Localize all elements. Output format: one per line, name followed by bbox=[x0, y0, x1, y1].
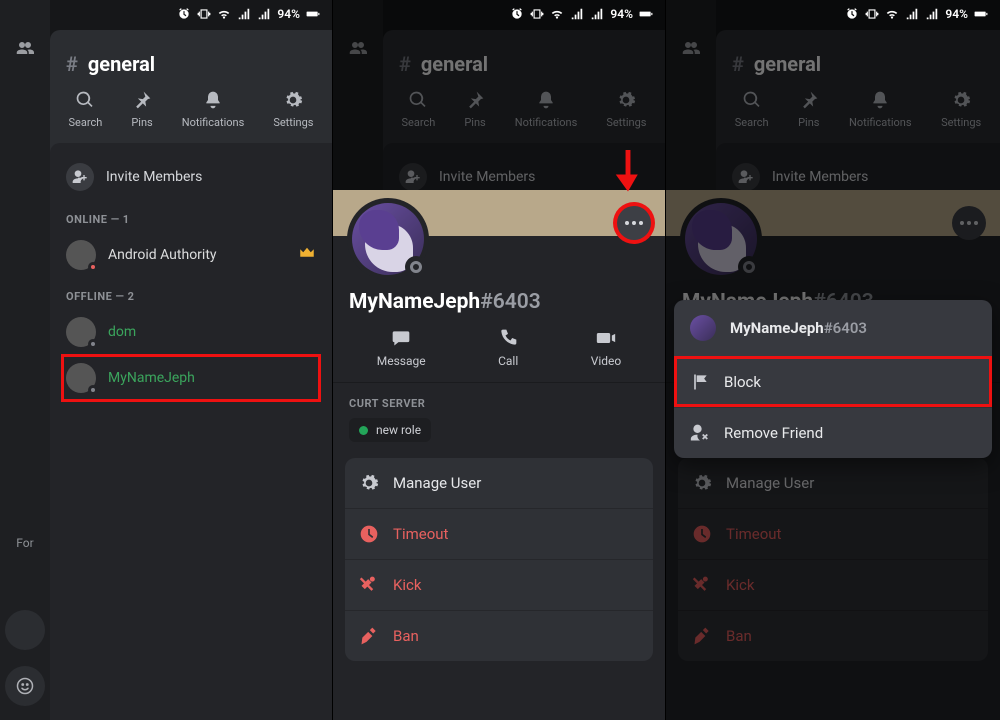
signal-icon bbox=[570, 7, 584, 21]
section-online: ONLINE — 1 bbox=[62, 201, 320, 232]
battery-percent: 94% bbox=[277, 7, 300, 21]
status-bar: 94% bbox=[333, 0, 665, 28]
battery-icon bbox=[306, 7, 320, 21]
call-icon bbox=[497, 328, 519, 348]
emoji-picker-icon[interactable] bbox=[5, 666, 45, 706]
section-offline: OFFLINE — 2 bbox=[62, 278, 320, 309]
gear-icon bbox=[283, 90, 303, 110]
status-bar: 94% bbox=[666, 0, 1000, 28]
battery-icon bbox=[974, 7, 988, 21]
call-button[interactable]: Call bbox=[497, 328, 519, 368]
hash-icon: # bbox=[66, 52, 78, 76]
role-chip: new role bbox=[349, 418, 431, 442]
panel-context-menu: #general Search Pins Notifications Setti… bbox=[666, 0, 1000, 720]
kick-button[interactable]: Kick bbox=[345, 559, 653, 610]
context-menu: MyNameJeph#6403 Block Remove Friend bbox=[674, 300, 992, 458]
notifications-button[interactable]: Notifications bbox=[182, 90, 245, 129]
status-bar: 94% bbox=[0, 0, 332, 28]
message-button[interactable]: Message bbox=[377, 328, 426, 368]
ban-icon bbox=[359, 626, 379, 646]
member-row-highlighted[interactable]: MyNameJeph bbox=[62, 355, 320, 401]
block-button[interactable]: Block bbox=[674, 356, 992, 407]
settings-button[interactable]: Settings bbox=[273, 90, 313, 129]
gear-icon bbox=[359, 473, 379, 493]
vibrate-icon bbox=[530, 7, 544, 21]
panel-members-list: 94% For # general Search Pins Notificati… bbox=[0, 0, 333, 720]
remove-friend-button[interactable]: Remove Friend bbox=[674, 407, 992, 458]
timeout-button[interactable]: Timeout bbox=[345, 508, 653, 559]
battery-icon bbox=[639, 7, 653, 21]
signal-icon bbox=[590, 7, 604, 21]
profile-bottom-sheet: MyNameJeph#6403 Message Call Video CURT … bbox=[333, 190, 665, 720]
ban-button[interactable]: Ban bbox=[345, 610, 653, 661]
avatar bbox=[690, 315, 716, 341]
wifi-icon bbox=[885, 7, 899, 21]
alarm-icon bbox=[510, 7, 524, 21]
search-button[interactable]: Search bbox=[69, 90, 103, 129]
server-avatar[interactable] bbox=[5, 610, 45, 650]
wifi-icon bbox=[550, 7, 564, 21]
menu-profile-row[interactable]: MyNameJeph#6403 bbox=[674, 300, 992, 356]
member-row[interactable]: dom bbox=[62, 309, 320, 355]
server-rail: For bbox=[0, 0, 50, 720]
alarm-icon bbox=[177, 7, 191, 21]
manage-user-button[interactable]: Manage User bbox=[345, 458, 653, 508]
management-actions: Manage User Timeout Kick Ban bbox=[345, 458, 653, 661]
wifi-icon bbox=[217, 7, 231, 21]
channel-header: # general bbox=[50, 30, 332, 90]
member-row[interactable]: Android Authority bbox=[62, 232, 320, 278]
bell-icon bbox=[203, 90, 223, 110]
tutorial-arrow-icon bbox=[613, 150, 643, 198]
rail-for-label: For bbox=[16, 536, 33, 550]
server-section-label: CURT SERVER bbox=[333, 383, 665, 418]
video-icon bbox=[595, 328, 617, 348]
member-list: Invite Members ONLINE — 1 Android Author… bbox=[50, 143, 332, 720]
clock-icon bbox=[359, 524, 379, 544]
profile-avatar[interactable] bbox=[347, 198, 429, 280]
vibrate-icon bbox=[865, 7, 879, 21]
flag-icon bbox=[690, 372, 710, 392]
signal-icon bbox=[237, 7, 251, 21]
more-options-button[interactable] bbox=[617, 206, 651, 240]
signal-icon bbox=[257, 7, 271, 21]
pins-button[interactable]: Pins bbox=[131, 90, 152, 129]
alarm-icon bbox=[845, 7, 859, 21]
channel-name: general bbox=[88, 52, 155, 76]
person-x-icon bbox=[690, 423, 710, 443]
video-button[interactable]: Video bbox=[591, 328, 622, 368]
person-plus-icon bbox=[72, 169, 88, 185]
vibrate-icon bbox=[197, 7, 211, 21]
message-icon bbox=[390, 328, 412, 348]
signal-icon bbox=[925, 7, 939, 21]
crown-icon bbox=[298, 244, 316, 266]
avatar bbox=[66, 363, 96, 393]
avatar bbox=[66, 317, 96, 347]
invite-members-button[interactable]: Invite Members bbox=[62, 153, 320, 201]
status-offline-icon bbox=[405, 256, 427, 278]
signal-icon bbox=[905, 7, 919, 21]
avatar bbox=[66, 240, 96, 270]
search-icon bbox=[75, 90, 95, 110]
friends-icon[interactable] bbox=[11, 34, 39, 62]
panel-profile-sheet: #general Search Pins Notifications Setti… bbox=[333, 0, 666, 720]
pin-icon bbox=[132, 90, 152, 110]
kick-icon bbox=[359, 575, 379, 595]
ellipsis-icon bbox=[625, 221, 643, 225]
